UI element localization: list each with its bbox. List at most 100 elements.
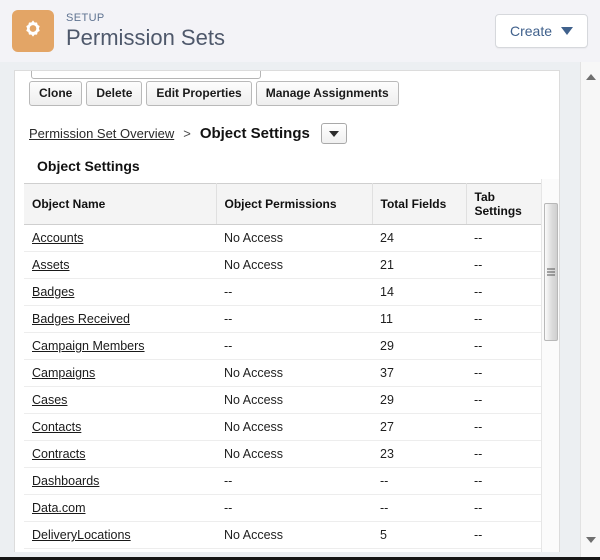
column-header-object-permissions[interactable]: Object Permissions [216, 184, 372, 225]
object-name-link[interactable]: Dashboards [32, 474, 99, 488]
cell-tab-settings: -- [466, 522, 552, 549]
table-row: AccountsNo Access24-- [24, 225, 552, 252]
object-name-link[interactable]: Badges Received [32, 312, 130, 326]
object-name-link[interactable]: Campaign Members [32, 339, 145, 353]
breadcrumb-current-object-settings: Object Settings [200, 125, 310, 142]
outer-scroll-area: Clone Delete Edit Properties Manage Assi… [0, 62, 600, 557]
cell-object-permissions: No Access [216, 225, 372, 252]
cell-tab-settings: -- [466, 252, 552, 279]
cell-object-permissions: No Access [216, 522, 372, 549]
table-row: Data.com------ [24, 495, 552, 522]
cell-total-fields: -- [372, 468, 466, 495]
title-block: SETUP Permission Sets [66, 13, 225, 50]
action-toolbar: Clone Delete Edit Properties Manage Assi… [29, 81, 399, 106]
cell-tab-settings: -- [466, 495, 552, 522]
page-scrollbar[interactable] [580, 62, 600, 557]
object-name-link[interactable]: Data.com [32, 501, 86, 515]
column-header-total-fields[interactable]: Total Fields [372, 184, 466, 225]
cell-total-fields: 6 [372, 549, 466, 553]
breadcrumb: Permission Set Overview > Object Setting… [29, 123, 347, 144]
breadcrumb-separator: > [183, 126, 191, 141]
object-name-link[interactable]: Contacts [32, 420, 81, 434]
column-header-object-name[interactable]: Object Name [24, 184, 216, 225]
cell-object-permissions: No Access [216, 549, 372, 553]
table-row: DeliverySchedulesNo Access6-- [24, 549, 552, 553]
object-name-link[interactable]: Contracts [32, 447, 86, 461]
object-name-link[interactable]: Badges [32, 285, 74, 299]
table-row: Dashboards------ [24, 468, 552, 495]
create-button[interactable]: Create [495, 14, 588, 48]
cell-object-name: Dashboards [24, 468, 216, 495]
breadcrumb-link-permission-set-overview[interactable]: Permission Set Overview [29, 126, 174, 141]
manage-assignments-button[interactable]: Manage Assignments [256, 81, 399, 106]
cell-tab-settings: -- [466, 387, 552, 414]
cell-tab-settings: -- [466, 441, 552, 468]
header-left: SETUP Permission Sets [12, 10, 495, 52]
cell-object-permissions: -- [216, 306, 372, 333]
table-row: DeliveryLocationsNo Access5-- [24, 522, 552, 549]
cell-object-permissions: -- [216, 495, 372, 522]
cell-object-permissions: -- [216, 279, 372, 306]
table-row: Campaign Members --29-- [24, 333, 552, 360]
cell-object-name: Contacts [24, 414, 216, 441]
cell-object-permissions: No Access [216, 441, 372, 468]
cell-total-fields: 21 [372, 252, 466, 279]
section-title-object-settings: Object Settings [37, 158, 140, 174]
cell-object-name: Data.com [24, 495, 216, 522]
grip-lines-icon [547, 267, 555, 278]
cell-tab-settings: -- [466, 549, 552, 553]
content-panel: Clone Delete Edit Properties Manage Assi… [14, 70, 560, 552]
cell-total-fields: 29 [372, 333, 466, 360]
scroll-up-arrow-icon[interactable] [581, 68, 600, 86]
cell-total-fields: 27 [372, 414, 466, 441]
cell-object-name: Cases [24, 387, 216, 414]
permission-sets-page: SETUP Permission Sets Create Clone Delet… [0, 0, 600, 560]
table-row: Assets No Access21-- [24, 252, 552, 279]
table-row: Badges Received--11-- [24, 306, 552, 333]
cell-total-fields: 14 [372, 279, 466, 306]
cell-total-fields: 37 [372, 360, 466, 387]
object-name-link[interactable]: Assets [32, 258, 70, 272]
page-title: Permission Sets [66, 26, 225, 49]
cell-object-name: Campaign Members [24, 333, 216, 360]
table-head: Object Name Object Permissions Total Fie… [24, 184, 552, 225]
object-settings-table-wrapper: Object Name Object Permissions Total Fie… [24, 183, 552, 552]
scroll-thumb-grip-icon[interactable] [544, 203, 558, 341]
breadcrumb-menu-button[interactable] [321, 123, 347, 144]
object-name-link[interactable]: Accounts [32, 231, 83, 245]
chevron-down-icon [329, 131, 339, 137]
table-row: CasesNo Access29-- [24, 387, 552, 414]
table-row: CampaignsNo Access37-- [24, 360, 552, 387]
object-name-link[interactable]: Campaigns [32, 366, 95, 380]
cell-object-name: Accounts [24, 225, 216, 252]
column-header-tab-settings[interactable]: Tab Settings [466, 184, 552, 225]
cell-object-name: Contracts [24, 441, 216, 468]
cell-object-permissions: No Access [216, 252, 372, 279]
setup-eyebrow: SETUP [66, 13, 225, 25]
cell-total-fields: 23 [372, 441, 466, 468]
cell-tab-settings: -- [466, 279, 552, 306]
cell-object-permissions: No Access [216, 387, 372, 414]
cell-tab-settings: -- [466, 306, 552, 333]
clone-button[interactable]: Clone [29, 81, 82, 106]
scroll-down-arrow-icon[interactable] [581, 531, 600, 549]
cell-tab-settings: -- [466, 225, 552, 252]
cell-object-name: DeliverySchedules [24, 549, 216, 553]
object-name-link[interactable]: Cases [32, 393, 67, 407]
cell-object-permissions: -- [216, 333, 372, 360]
object-name-link[interactable]: DeliveryLocations [32, 528, 131, 542]
delete-button[interactable]: Delete [86, 81, 142, 106]
table-row: Badges --14-- [24, 279, 552, 306]
cell-object-permissions: -- [216, 468, 372, 495]
table-body: AccountsNo Access24--AssetsNo Access21--… [24, 225, 552, 553]
cell-total-fields: -- [372, 495, 466, 522]
cell-object-name: Badges Received [24, 306, 216, 333]
cell-tab-settings: -- [466, 414, 552, 441]
cell-tab-settings: -- [466, 468, 552, 495]
cell-object-name: DeliveryLocations [24, 522, 216, 549]
edit-properties-button[interactable]: Edit Properties [146, 81, 251, 106]
cell-tab-settings: -- [466, 360, 552, 387]
table-scrollbar[interactable] [541, 179, 559, 552]
cell-object-name: Badges [24, 279, 216, 306]
cell-tab-settings: -- [466, 333, 552, 360]
